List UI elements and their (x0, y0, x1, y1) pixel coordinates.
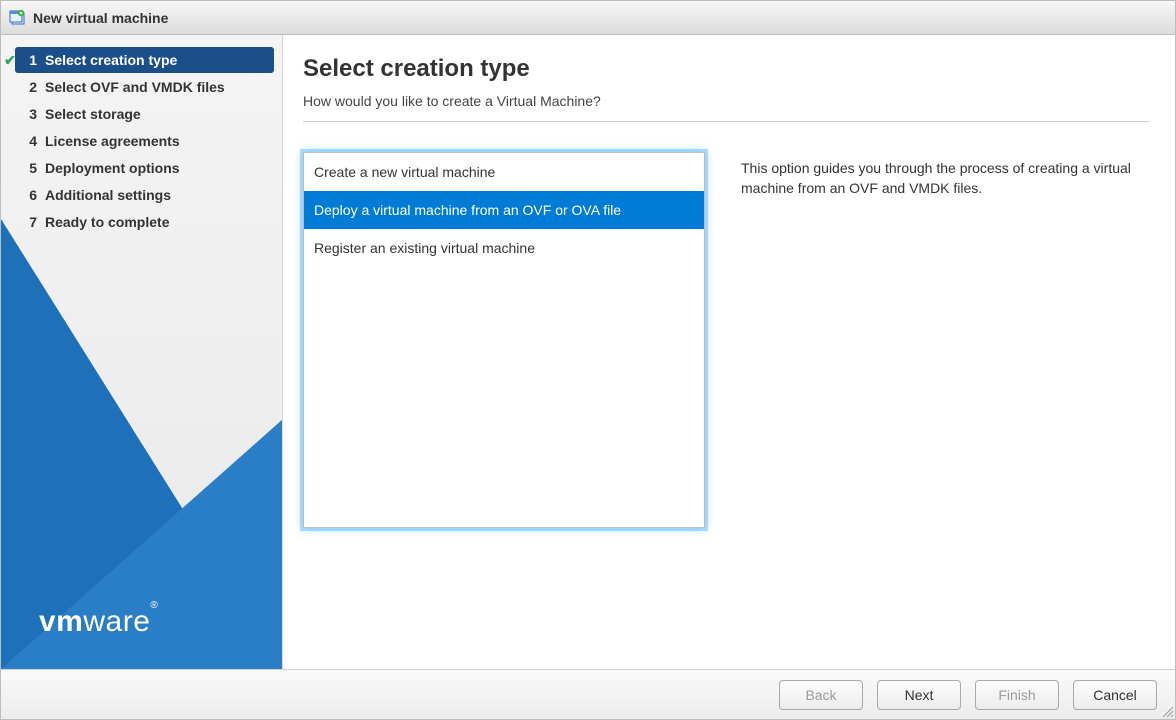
option-description: This option guides you through the proce… (741, 152, 1149, 528)
wizard-body: ✔ 1 Select creation type ✔ 2 Select OVF … (1, 35, 1175, 669)
wizard-step-1[interactable]: ✔ 1 Select creation type (15, 47, 274, 73)
wizard-step-3[interactable]: ✔ 3 Select storage (15, 101, 274, 127)
wizard-footer: Back Next Finish Cancel (1, 669, 1175, 719)
creation-option-deploy-ovf[interactable]: Deploy a virtual machine from an OVF or … (304, 191, 704, 229)
step-number: 3 (25, 106, 37, 122)
cancel-button[interactable]: Cancel (1073, 680, 1157, 710)
page-subheading: How would you like to create a Virtual M… (303, 93, 1149, 122)
step-label: Additional settings (45, 187, 171, 203)
step-label: License agreements (45, 133, 180, 149)
step-number: 4 (25, 133, 37, 149)
wizard-step-2[interactable]: ✔ 2 Select OVF and VMDK files (15, 74, 274, 100)
wizard-window: New virtual machine ✔ 1 Select creation … (0, 0, 1176, 720)
step-label: Select OVF and VMDK files (45, 79, 225, 95)
step-label: Select storage (45, 106, 141, 122)
back-button[interactable]: Back (779, 680, 863, 710)
next-button[interactable]: Next (877, 680, 961, 710)
wizard-sidebar: ✔ 1 Select creation type ✔ 2 Select OVF … (1, 35, 283, 669)
wizard-main: Select creation type How would you like … (283, 35, 1175, 669)
step-number: 5 (25, 160, 37, 176)
step-number: 7 (25, 214, 37, 230)
content-row: Create a new virtual machine Deploy a vi… (303, 152, 1149, 528)
creation-option-register-vm[interactable]: Register an existing virtual machine (304, 229, 704, 267)
step-number: 2 (25, 79, 37, 95)
vmware-logo: vmware® (39, 605, 158, 639)
window-title: New virtual machine (33, 10, 168, 26)
creation-type-list[interactable]: Create a new virtual machine Deploy a vi… (303, 152, 705, 528)
step-label: Deployment options (45, 160, 180, 176)
finish-button[interactable]: Finish (975, 680, 1059, 710)
step-label: Ready to complete (45, 214, 169, 230)
vm-wizard-icon (9, 10, 27, 26)
creation-option-new-vm[interactable]: Create a new virtual machine (304, 153, 704, 191)
step-label: Select creation type (45, 52, 177, 68)
wizard-steps: ✔ 1 Select creation type ✔ 2 Select OVF … (1, 35, 282, 235)
wizard-step-4[interactable]: ✔ 4 License agreements (15, 128, 274, 154)
wizard-step-6[interactable]: ✔ 6 Additional settings (15, 182, 274, 208)
page-heading: Select creation type (303, 55, 1149, 83)
titlebar: New virtual machine (1, 1, 1175, 35)
check-icon: ✔ (3, 52, 17, 69)
step-number: 1 (25, 52, 37, 68)
wizard-step-7[interactable]: ✔ 7 Ready to complete (15, 209, 274, 235)
step-number: 6 (25, 187, 37, 203)
sidebar-background-triangle (1, 189, 283, 669)
wizard-step-5[interactable]: ✔ 5 Deployment options (15, 155, 274, 181)
